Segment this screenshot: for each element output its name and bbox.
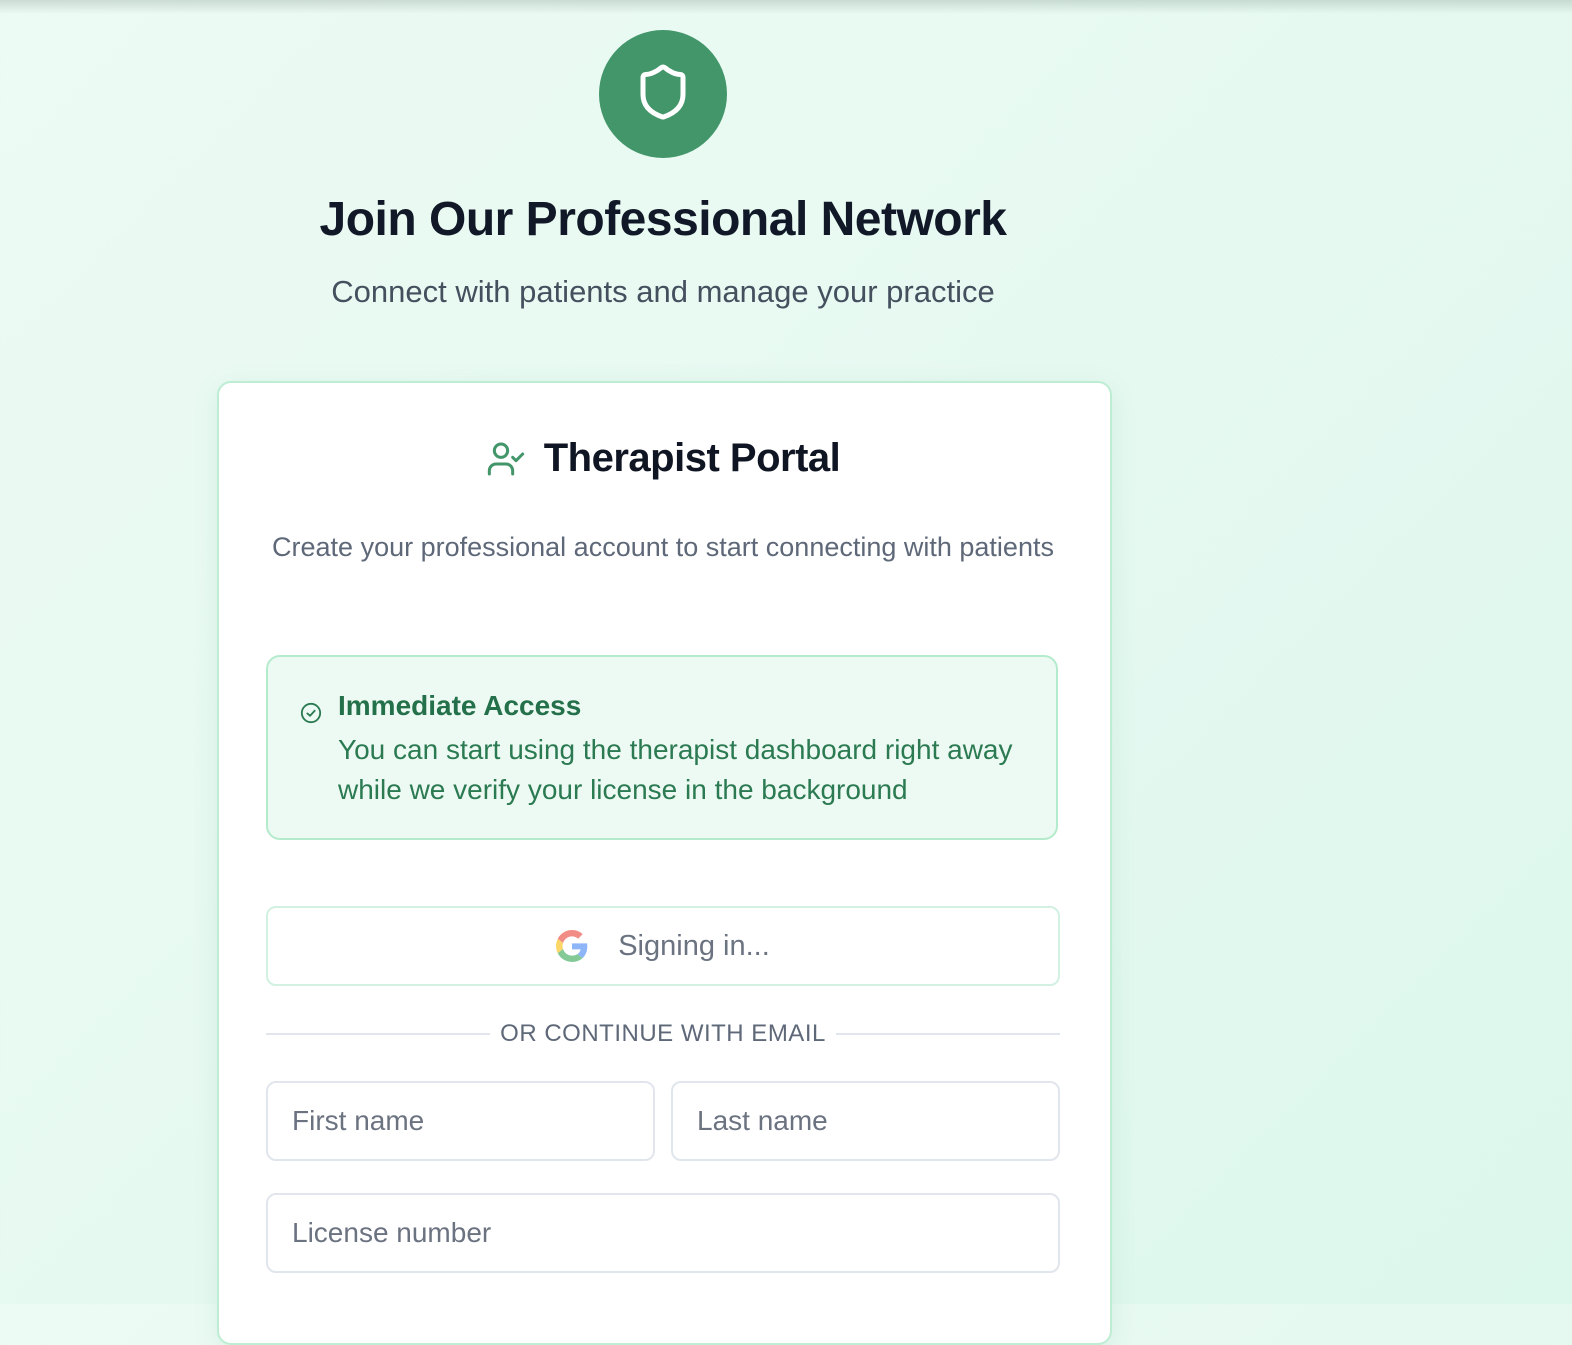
brand-logo — [599, 30, 727, 158]
notice-text: You can start using the therapist dashbo… — [338, 734, 1013, 805]
first-name-input[interactable] — [266, 1081, 655, 1161]
check-circle-icon — [300, 702, 322, 729]
card-description: Create your professional account to star… — [272, 532, 1054, 562]
page-title: Join Our Professional Network — [319, 193, 1007, 246]
top-shadow — [0, 0, 1572, 14]
google-button-label: Signing in... — [618, 929, 770, 962]
divider-line-right — [836, 1033, 1060, 1035]
card-title: Therapist Portal — [543, 436, 841, 480]
last-name-input[interactable] — [671, 1081, 1060, 1161]
immediate-access-notice: Immediate Access You can start using the… — [266, 655, 1058, 840]
shield-icon — [633, 62, 693, 127]
divider: OR CONTINUE WITH EMAIL — [266, 1018, 1060, 1050]
notice-title: Immediate Access — [338, 690, 582, 721]
card-header: Therapist Portal — [0, 436, 1326, 481]
google-signin-button[interactable]: Signing in... — [266, 906, 1060, 986]
google-icon — [556, 930, 588, 962]
license-number-input[interactable] — [266, 1193, 1060, 1273]
page-subtitle: Connect with patients and manage your pr… — [331, 274, 995, 309]
user-check-icon — [486, 439, 526, 479]
